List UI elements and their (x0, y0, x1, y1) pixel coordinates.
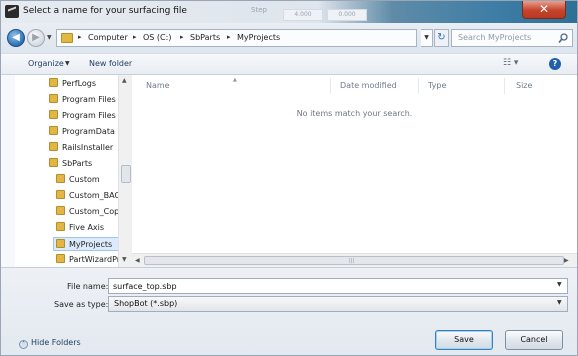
breadcrumb-separator[interactable]: ▸ (180, 33, 184, 41)
horizontal-scrollbar[interactable]: ◀ ||| ▶ (132, 253, 577, 267)
save-dialog: Select a name for your surfacing file St… (0, 0, 578, 356)
save-as-type-select[interactable]: ShopBot (*.sbp) (108, 296, 568, 312)
forward-arrow-icon: ▶ (32, 32, 40, 43)
breadcrumb-separator[interactable]: ▸ (133, 33, 137, 41)
column-divider[interactable] (504, 78, 505, 94)
forward-button[interactable]: ▶ (27, 29, 45, 47)
command-toolbar: Organize ▼ New folder ☷ ▾ ? (1, 53, 577, 75)
refresh-icon: ↻ (437, 32, 446, 43)
horizontal-scroll-thumb[interactable]: ||| (144, 256, 564, 265)
folder-icon (49, 78, 58, 87)
chevron-down-icon[interactable]: ▼ (557, 281, 562, 288)
folder-icon (61, 33, 73, 43)
column-divider[interactable] (330, 78, 331, 94)
folder-icon (56, 254, 65, 263)
breadcrumb-os-c[interactable]: OS (C:) (143, 33, 171, 42)
breadcrumb-myprojects[interactable]: MyProjects (237, 33, 280, 42)
folder-icon (49, 94, 58, 103)
tree-item-program-files-x86[interactable]: Program Files ( (49, 109, 122, 123)
breadcrumb-separator[interactable]: ▸ (227, 33, 231, 41)
column-header-size[interactable]: Size (516, 81, 532, 90)
nav-scrollbar[interactable]: ▲ ▼ (118, 75, 132, 267)
chevron-down-icon[interactable]: ▼ (65, 60, 70, 67)
save-options-panel: File name: ▼ Save as type: ShopBot (*.sb… (1, 267, 577, 355)
file-name-label: File name: (67, 282, 109, 291)
close-button[interactable]: ✕ (522, 1, 566, 19)
cancel-button[interactable]: Cancel (505, 330, 563, 350)
column-header-date-modified[interactable]: Date modified (340, 81, 397, 90)
new-folder-button[interactable]: New folder (89, 59, 132, 68)
folder-icon (49, 142, 58, 151)
grip-icon: ||| (349, 258, 355, 264)
help-icon: ? (552, 59, 558, 68)
recent-locations-dropdown[interactable]: ▼ (47, 34, 52, 41)
views-button[interactable]: ☷ ▾ (503, 58, 523, 70)
search-placeholder: Search MyProjects (458, 33, 532, 42)
column-header-name[interactable]: Name (146, 81, 170, 90)
address-row: ◀ ▶ ▼ ▸ Computer ▸ OS (C:) ▸ SbParts ▸ M… (1, 23, 577, 53)
folder-icon (56, 222, 65, 231)
save-button[interactable]: Save (435, 330, 493, 350)
views-icon: ☷ ▾ (503, 58, 519, 68)
folder-icon (49, 126, 58, 135)
empty-message: No items match your search. (296, 109, 413, 118)
file-list: ▲ Name Date modified Type Size No items … (132, 75, 577, 267)
folder-icon (49, 110, 58, 119)
breadcrumb-separator[interactable]: ▸ (78, 33, 82, 41)
scroll-up-icon[interactable]: ▲ (122, 77, 127, 84)
hide-folders-toggle[interactable]: ˄ Hide Folders (19, 338, 81, 349)
tree-item-perflogs[interactable]: PerfLogs (49, 77, 96, 91)
help-button[interactable]: ? (549, 58, 561, 70)
breadcrumb-sbparts[interactable]: SbParts (190, 33, 220, 42)
back-button[interactable]: ◀ (7, 29, 25, 47)
tree-item-custom-copy[interactable]: Custom_Copy (56, 205, 124, 219)
search-box[interactable]: Search MyProjects (451, 29, 573, 47)
folder-icon (56, 206, 65, 215)
folder-icon (49, 158, 58, 167)
collapse-icon: ˄ (19, 340, 28, 349)
tree-item-program-files[interactable]: Program Files (49, 93, 116, 107)
breadcrumb-computer[interactable]: Computer (88, 33, 128, 42)
folder-icon (56, 239, 65, 248)
folder-icon (56, 190, 65, 199)
address-bar[interactable]: ▸ Computer ▸ OS (C:) ▸ SbParts ▸ MyProje… (56, 29, 417, 47)
file-name-field[interactable] (108, 278, 568, 294)
navigation-pane: PerfLogs Program Files Program Files ( P… (15, 75, 132, 267)
tree-item-five-axis[interactable]: Five Axis (56, 221, 104, 235)
sort-caret-icon: ▲ (233, 77, 237, 83)
scroll-right-icon[interactable]: ▶ (564, 257, 569, 264)
column-divider[interactable] (418, 78, 419, 94)
folder-icon (56, 174, 65, 183)
column-header-type[interactable]: Type (428, 81, 446, 90)
organize-menu[interactable]: Organize (28, 59, 64, 68)
background-ghost-field: 4.000 (283, 9, 323, 21)
address-dropdown[interactable]: ▼ (421, 29, 433, 47)
back-arrow-icon: ◀ (12, 32, 20, 43)
refresh-button[interactable]: ↻ (434, 29, 449, 47)
tree-item-railsinstaller[interactable]: RailsInstaller (49, 141, 113, 155)
tree-item-custom-bac[interactable]: Custom_BAC (56, 189, 120, 203)
tree-item-custom[interactable]: Custom (56, 173, 100, 187)
scroll-left-icon[interactable]: ◀ (135, 257, 140, 264)
background-ghost-field: 0.000 (327, 9, 367, 21)
window-title: Select a name for your surfacing file (23, 6, 187, 16)
nav-scroll-thumb[interactable] (121, 165, 131, 183)
tree-item-partwizardpr[interactable]: PartWizardPr (56, 253, 120, 267)
chevron-down-icon[interactable]: ▼ (557, 299, 562, 306)
background-ghost-text: Step (251, 6, 267, 14)
tree-item-programdata[interactable]: ProgramData (49, 125, 115, 139)
save-as-type-label: Save as type: (54, 300, 109, 309)
tree-item-sbparts[interactable]: SbParts (49, 157, 92, 171)
app-icon (5, 5, 19, 18)
search-icon (558, 33, 568, 44)
chevron-down-icon: ▼ (424, 34, 429, 41)
close-icon: ✕ (538, 2, 550, 16)
title-bar: Select a name for your surfacing file St… (1, 1, 577, 23)
scroll-down-icon[interactable]: ▼ (122, 256, 127, 263)
